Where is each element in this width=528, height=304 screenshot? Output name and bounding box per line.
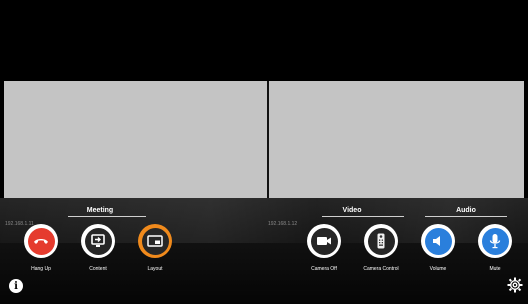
group-underline-video: [322, 216, 404, 217]
video-camera-icon: [317, 237, 331, 245]
group-underline-audio: [425, 216, 507, 217]
video-tile-left[interactable]: [4, 81, 267, 198]
camera-off-button-face: [310, 227, 338, 255]
hang-up-label: Hang Up: [31, 266, 51, 272]
top-black-area: [0, 0, 528, 81]
layout-label: Layout: [147, 266, 163, 272]
content-button-face: [84, 227, 112, 255]
info-glyph: i: [14, 280, 18, 292]
mute-button-face: [481, 227, 509, 255]
group-label-audio: Audio: [456, 207, 476, 214]
group-label-video: Video: [342, 207, 362, 214]
group-label-meeting: Meeting: [86, 207, 114, 214]
hang-up-button-face: [27, 227, 55, 255]
camera-control-button-face: [367, 227, 395, 255]
mute-label: Mute: [489, 266, 501, 272]
volume-button-face: [424, 227, 452, 255]
camera-off-label: Camera Off: [311, 266, 337, 272]
remote-control-icon: [377, 233, 385, 249]
hang-up-button[interactable]: [24, 224, 58, 258]
volume-label: Volume: [429, 266, 447, 272]
picture-in-picture-icon: [147, 235, 163, 247]
camera-control-label: Camera Control: [363, 266, 399, 272]
group-underline-meeting: [68, 216, 146, 217]
layout-button-face: [141, 227, 169, 255]
camera-off-button[interactable]: [307, 224, 341, 258]
gear-icon[interactable]: [507, 277, 523, 293]
microphone-icon: [489, 234, 501, 249]
mute-button[interactable]: [478, 224, 512, 258]
participant-id-right: 192.168.1.12: [268, 221, 298, 227]
content-button[interactable]: [81, 224, 115, 258]
video-tile-right[interactable]: [269, 81, 524, 198]
participant-id-left: 192.168.1.11: [5, 221, 34, 227]
volume-button[interactable]: [421, 224, 455, 258]
speaker-icon: [433, 236, 440, 246]
content-label: Content: [89, 266, 107, 272]
camera-control-button[interactable]: [364, 224, 398, 258]
phone-hangup-icon: [34, 239, 48, 244]
info-icon[interactable]: i: [9, 279, 23, 293]
video-area: [4, 81, 524, 198]
share-content-icon: [91, 234, 105, 247]
layout-button[interactable]: [138, 224, 172, 258]
